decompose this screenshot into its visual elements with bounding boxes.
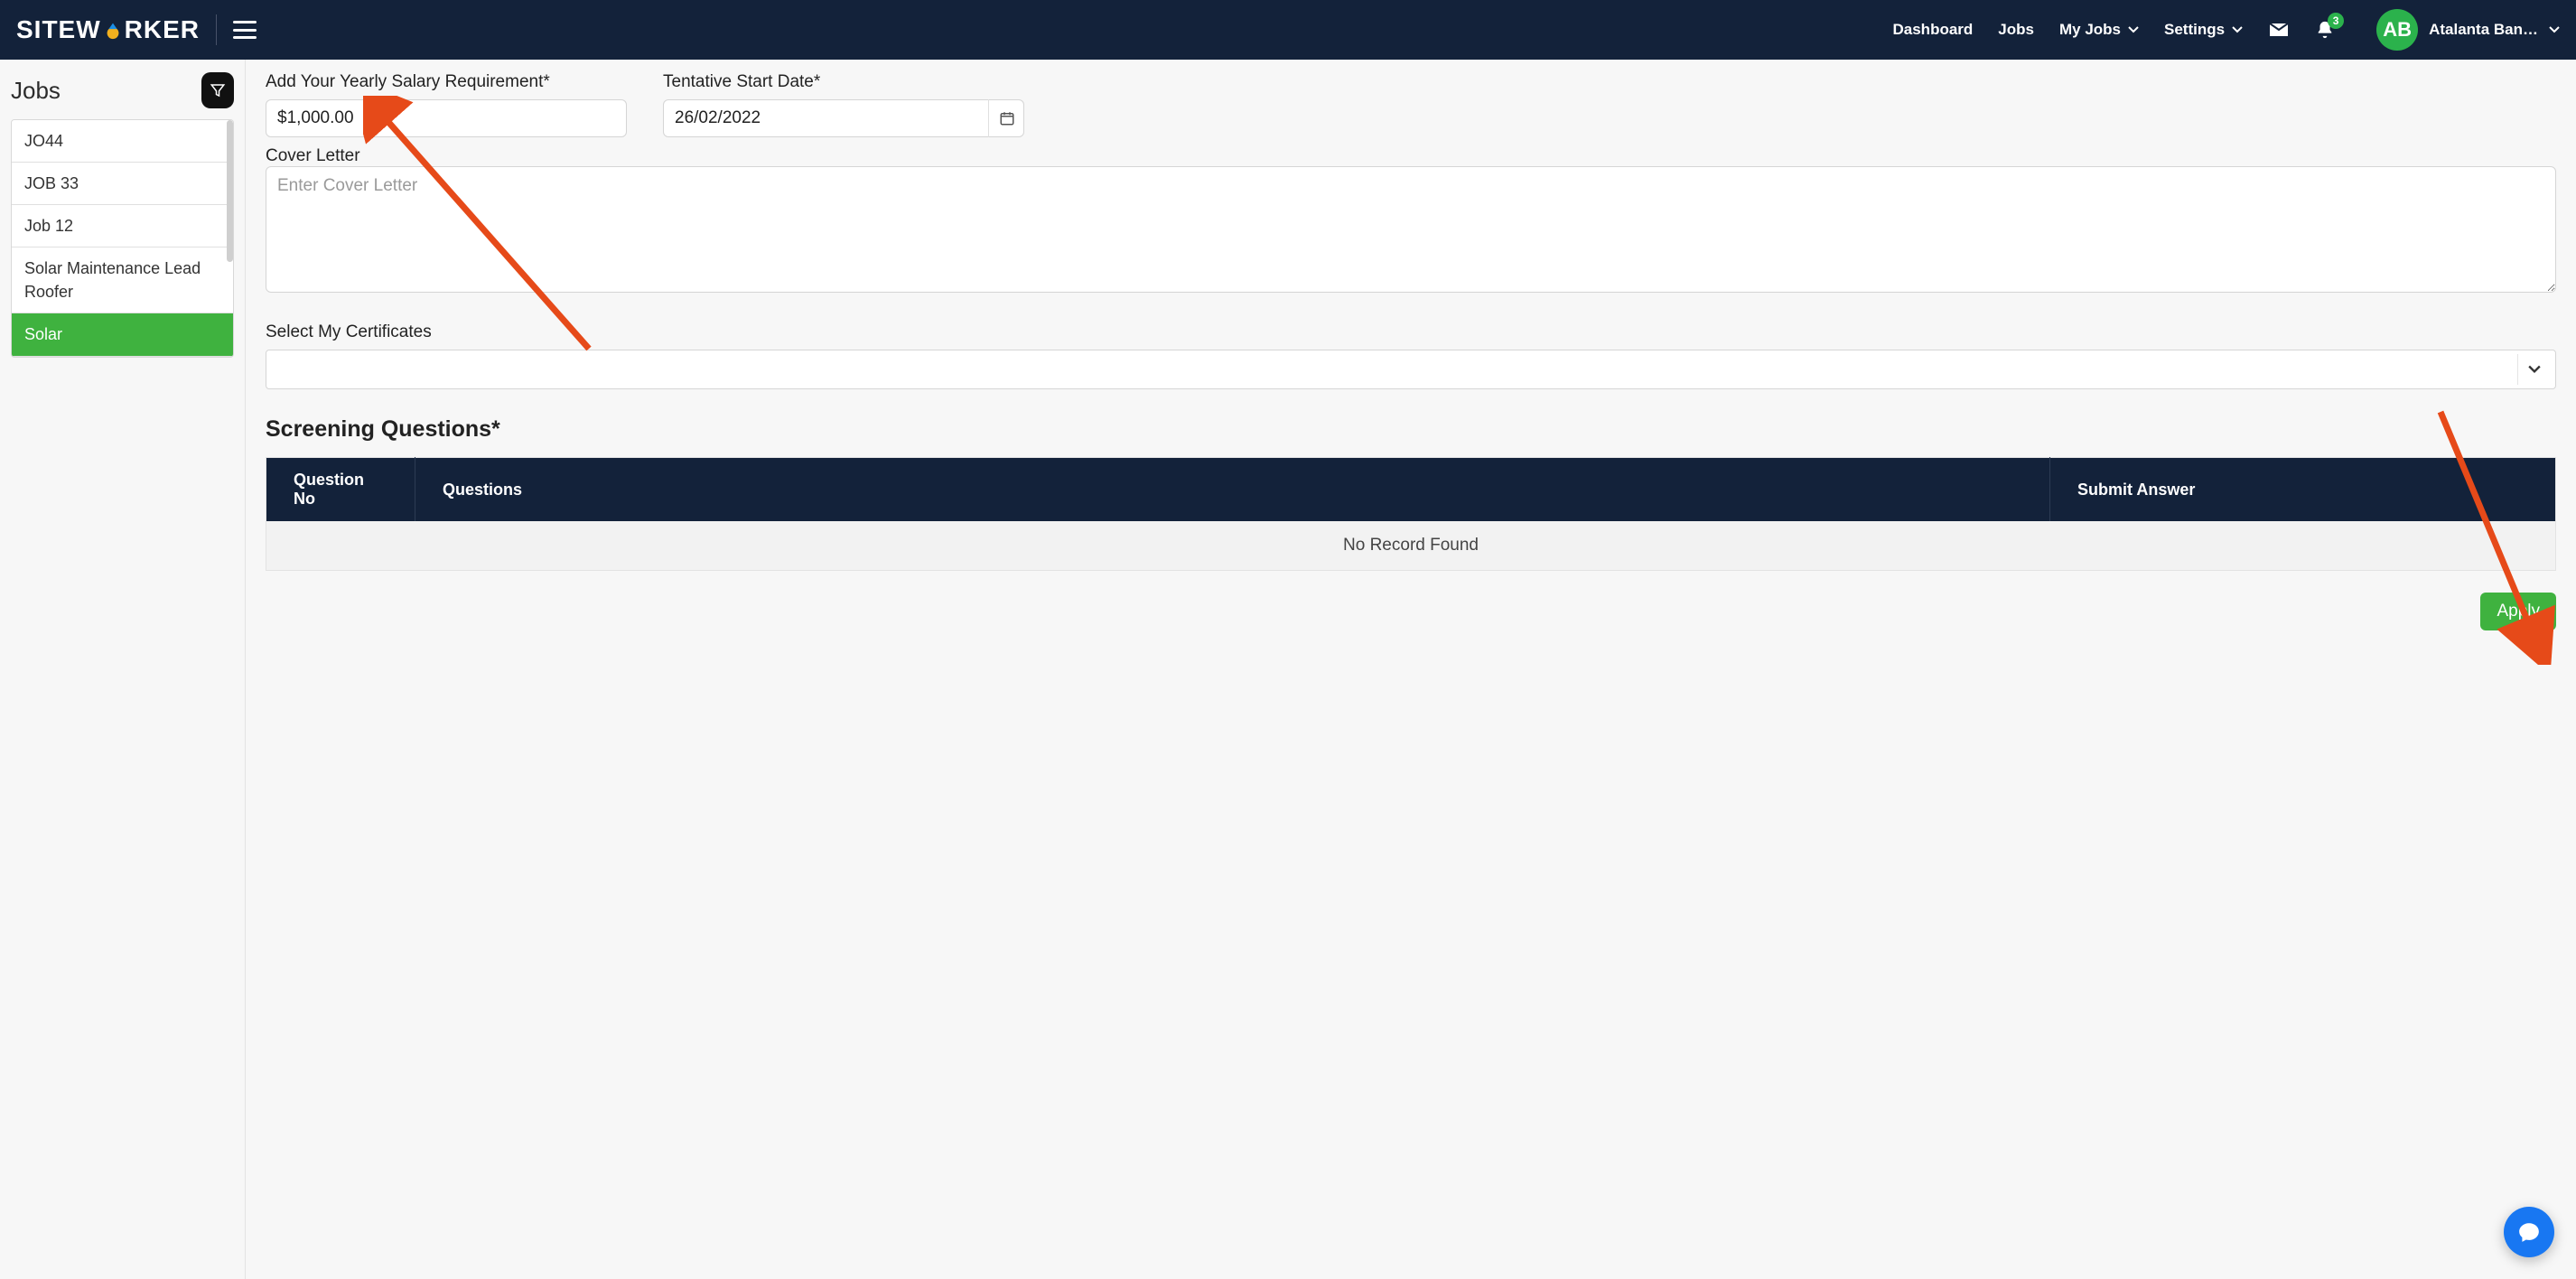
notifications-button[interactable]: 3 — [2315, 20, 2335, 40]
brand-text-pre: SITEW — [16, 15, 101, 44]
cover-letter-label: Cover Letter — [266, 146, 360, 165]
scrollbar-thumb[interactable] — [227, 120, 233, 262]
nav-settings[interactable]: Settings — [2164, 21, 2243, 39]
main-content: Add Your Yearly Salary Requirement* Tent… — [246, 60, 2576, 1279]
job-list-item[interactable]: JO44 — [12, 120, 233, 163]
filter-icon — [210, 82, 226, 98]
screening-empty-state: No Record Found — [266, 521, 2556, 571]
col-question-no: Question No — [266, 458, 415, 522]
nav-dashboard[interactable]: Dashboard — [1893, 21, 1974, 39]
jobs-sidebar: Jobs JO44 JOB 33 Job 12 Solar Maintenanc… — [0, 60, 246, 1279]
certificates-label: Select My Certificates — [266, 322, 432, 341]
brand-logo[interactable]: SITEW RKER — [16, 15, 200, 44]
certificates-select[interactable] — [266, 350, 2556, 389]
job-list-item[interactable]: Job 12 — [12, 205, 233, 247]
nav-my-jobs[interactable]: My Jobs — [2059, 21, 2139, 39]
screening-table: Question No Questions Submit Answer No R… — [266, 457, 2556, 571]
cover-letter-textarea[interactable] — [266, 166, 2556, 293]
salary-input[interactable] — [266, 99, 627, 137]
filter-button[interactable] — [201, 72, 234, 108]
divider — [216, 14, 217, 45]
nav-jobs[interactable]: Jobs — [1998, 21, 2034, 39]
sidebar-title: Jobs — [11, 77, 61, 105]
job-list: JO44 JOB 33 Job 12 Solar Maintenance Lea… — [11, 119, 234, 358]
chevron-down-icon — [2232, 24, 2243, 35]
col-submit-answer: Submit Answer — [2050, 458, 2556, 522]
chevron-down-icon — [2517, 354, 2550, 385]
job-list-item[interactable]: Solar Maintenance Lead Roofer — [12, 247, 233, 313]
user-name: Atalanta Ban… — [2429, 21, 2538, 39]
avatar: AB — [2376, 9, 2418, 51]
col-questions: Questions — [415, 458, 2050, 522]
user-menu[interactable]: AB Atalanta Ban… — [2376, 9, 2560, 51]
job-list-item[interactable]: JOB 33 — [12, 163, 233, 205]
salary-label: Add Your Yearly Salary Requirement* — [266, 72, 627, 92]
brand-logo-icon — [103, 20, 123, 40]
nav-settings-label: Settings — [2164, 21, 2225, 39]
mail-icon[interactable] — [2268, 19, 2290, 41]
notifications-badge: 3 — [2328, 13, 2344, 29]
calendar-button[interactable] — [988, 99, 1024, 137]
nav-links: Dashboard Jobs My Jobs Settings 3 AB Ata… — [1893, 9, 2561, 51]
top-nav: SITEW RKER Dashboard Jobs My Jobs Settin… — [0, 0, 2576, 60]
nav-my-jobs-label: My Jobs — [2059, 21, 2121, 39]
nav-jobs-label: Jobs — [1998, 21, 2034, 39]
brand-text-post: RKER — [125, 15, 200, 44]
nav-dashboard-label: Dashboard — [1893, 21, 1974, 39]
start-date-input[interactable] — [663, 99, 1024, 137]
job-list-item-active[interactable]: Solar — [12, 313, 233, 356]
apply-button[interactable]: Apply — [2480, 593, 2556, 630]
chat-widget-button[interactable] — [2504, 1207, 2554, 1257]
menu-toggle-button[interactable] — [233, 21, 257, 39]
chat-icon — [2517, 1220, 2541, 1244]
screening-title: Screening Questions* — [266, 416, 2556, 443]
chevron-down-icon — [2549, 24, 2560, 35]
start-date-label: Tentative Start Date* — [663, 72, 1024, 92]
chevron-down-icon — [2128, 24, 2139, 35]
calendar-icon — [999, 110, 1015, 126]
